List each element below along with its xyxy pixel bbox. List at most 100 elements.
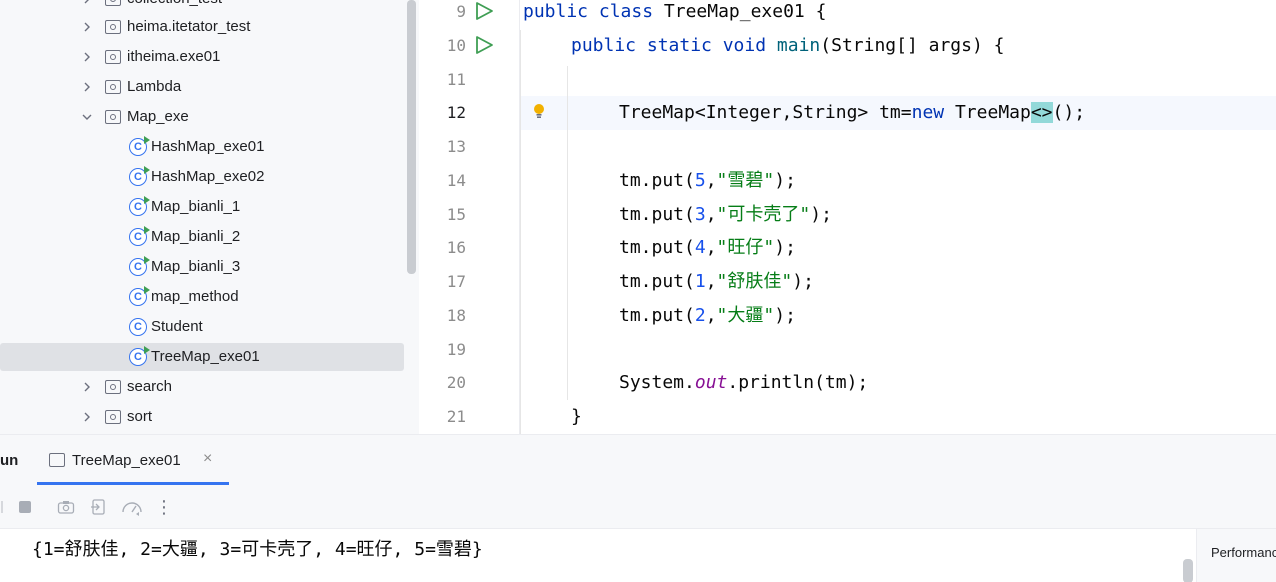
console-scrollbar[interactable] <box>1183 559 1193 582</box>
stop-icon[interactable] <box>16 498 34 516</box>
code-token: tm.put( <box>619 170 695 191</box>
gauge-icon[interactable] <box>121 498 143 516</box>
code-token: <> <box>1030 102 1053 123</box>
code-token: 2 <box>694 305 706 326</box>
package-icon <box>105 80 121 94</box>
code-token: , <box>705 170 717 191</box>
console-output-text: {1=舒肤佳, 2=大疆, 3=可卡壳了, 4=旺仔, 5=雪碧} <box>32 539 483 560</box>
chevron-right-icon[interactable] <box>81 51 93 63</box>
console-output-area[interactable]: {1=舒肤佳, 2=大疆, 3=可卡壳了, 4=旺仔, 5=雪碧} <box>0 529 1196 582</box>
code-token: "舒肤佳" <box>716 271 793 292</box>
tree-item[interactable]: C TreeMap_exe01 <box>0 343 404 371</box>
chevron-down-icon[interactable] <box>81 111 93 123</box>
close-icon[interactable]: × <box>203 450 212 468</box>
runnable-class-icon: C <box>129 136 150 156</box>
code-line[interactable] <box>523 333 1273 367</box>
code-token: 5 <box>694 170 706 191</box>
tree-item[interactable]: Map_exe <box>0 103 404 131</box>
code-token: TreeMap <box>954 102 1031 123</box>
code-token: "雪碧" <box>716 170 775 191</box>
code-token: TreeMap<Integer,String> tm= <box>619 102 912 123</box>
tree-item-label: Student <box>151 318 203 335</box>
code-line[interactable]: public class TreeMap_exe01 { <box>523 0 1273 29</box>
tree-item[interactable]: C Student <box>0 313 404 341</box>
tree-scrollbar[interactable] <box>407 0 416 274</box>
code-token: tm.put( <box>619 305 695 326</box>
camera-icon[interactable] <box>57 498 75 516</box>
code-line[interactable]: public static void main(String[] args) { <box>523 29 1273 63</box>
chevron-right-icon[interactable] <box>81 411 93 423</box>
exit-icon[interactable] <box>90 498 108 516</box>
code-token: , <box>705 204 717 225</box>
package-icon <box>105 380 121 394</box>
tree-item[interactable]: C HashMap_exe02 <box>0 163 404 191</box>
code-token: .println(tm); <box>727 372 869 393</box>
code-editor[interactable]: 9 10 11 12 13 14 15 16 17 18 19 20 21 public class T… <box>419 0 1276 434</box>
performance-side-tab[interactable]: Performance <box>1196 529 1276 582</box>
run-toolbar: ⋮ <box>0 485 1276 529</box>
code-token: tm.put( <box>619 237 695 258</box>
tree-item[interactable]: Cmap_method <box>0 283 404 311</box>
package-icon <box>105 410 121 424</box>
code-token: public class <box>523 1 664 22</box>
run-config-tab[interactable]: TreeMap_exe01 × <box>37 435 229 485</box>
code-line[interactable]: System.out.println(tm); <box>523 366 1273 400</box>
more-options-icon[interactable]: ⋮ <box>155 497 173 517</box>
tree-item[interactable]: Lambda <box>0 73 404 101</box>
code-token: ); <box>774 305 796 326</box>
runnable-class-icon: C <box>129 346 150 366</box>
run-gutter-icon[interactable] <box>474 35 494 55</box>
run-header: un TreeMap_exe01 × <box>0 435 1276 485</box>
runnable-class-icon: C <box>129 196 150 216</box>
code-line[interactable]: } <box>523 400 1273 434</box>
run-gutter-icon[interactable] <box>474 1 494 21</box>
tree-item-label: Map_bianli_3 <box>151 258 241 275</box>
tree-item-label: sort <box>127 408 153 425</box>
chevron-right-icon[interactable] <box>81 21 93 33</box>
code-token: ); <box>774 170 796 191</box>
tree-item-label: Map_bianli_2 <box>151 228 241 245</box>
line-number: 13 <box>446 137 466 156</box>
tree-item-label: collection_test <box>127 0 222 7</box>
code-token: ); <box>774 237 796 258</box>
tree-item[interactable]: C Map_bianli_1 <box>0 193 404 221</box>
tree-item[interactable]: C HashMap_exe01 <box>0 133 404 161</box>
line-number: 10 <box>446 36 466 55</box>
code-token: System. <box>619 372 695 393</box>
line-number: 21 <box>446 407 466 426</box>
chevron-right-icon[interactable] <box>81 381 93 393</box>
chevron-right-icon[interactable] <box>81 0 93 5</box>
line-number: 19 <box>446 340 466 359</box>
run-config-tab-label: TreeMap_exe01 <box>72 452 181 469</box>
tree-item[interactable]: sort <box>0 403 404 431</box>
tree-item[interactable]: search <box>0 373 404 401</box>
code-line[interactable]: tm.put(1,"舒肤佳"); <box>523 265 1273 299</box>
tree-item-label: HashMap_exe02 <box>151 168 265 185</box>
tree-item[interactable]: C Map_bianli_2 <box>0 223 404 251</box>
runnable-class-icon: C <box>129 166 150 186</box>
tree-item[interactable]: itheima.exe01 <box>0 43 404 71</box>
tree-item-label: search <box>127 378 173 395</box>
code-line[interactable]: tm.put(4,"旺仔"); <box>523 231 1273 265</box>
performance-side-tab-label: Performance <box>1211 545 1276 560</box>
package-icon <box>105 110 121 124</box>
code-line[interactable]: TreeMap<Integer,String> tm=new TreeMap<>… <box>523 96 1273 130</box>
tree-item[interactable]: heima.itetator_test <box>0 13 404 41</box>
chevron-right-icon[interactable] <box>81 81 93 93</box>
code-token: ); <box>810 204 832 225</box>
code-line[interactable]: tm.put(3,"可卡壳了"); <box>523 198 1273 232</box>
tree-item[interactable]: collection_test <box>0 0 404 13</box>
line-number: 17 <box>446 272 466 291</box>
code-line[interactable] <box>523 63 1273 97</box>
tree-item-label: HashMap_exe01 <box>151 138 265 155</box>
code-line[interactable] <box>523 130 1273 164</box>
indent-guide <box>520 30 521 434</box>
line-number: 16 <box>446 238 466 257</box>
code-line[interactable]: tm.put(2,"大疆"); <box>523 299 1273 333</box>
code-token: TreeMap_exe01 { <box>663 1 827 22</box>
package-icon <box>105 20 121 34</box>
runnable-class-icon: C <box>129 286 150 306</box>
tree-item[interactable]: C Map_bianli_3 <box>0 253 404 281</box>
code-line[interactable]: tm.put(5,"雪碧"); <box>523 164 1273 198</box>
project-tree: collection_test heima.itetator_testitheim… <box>0 0 419 434</box>
